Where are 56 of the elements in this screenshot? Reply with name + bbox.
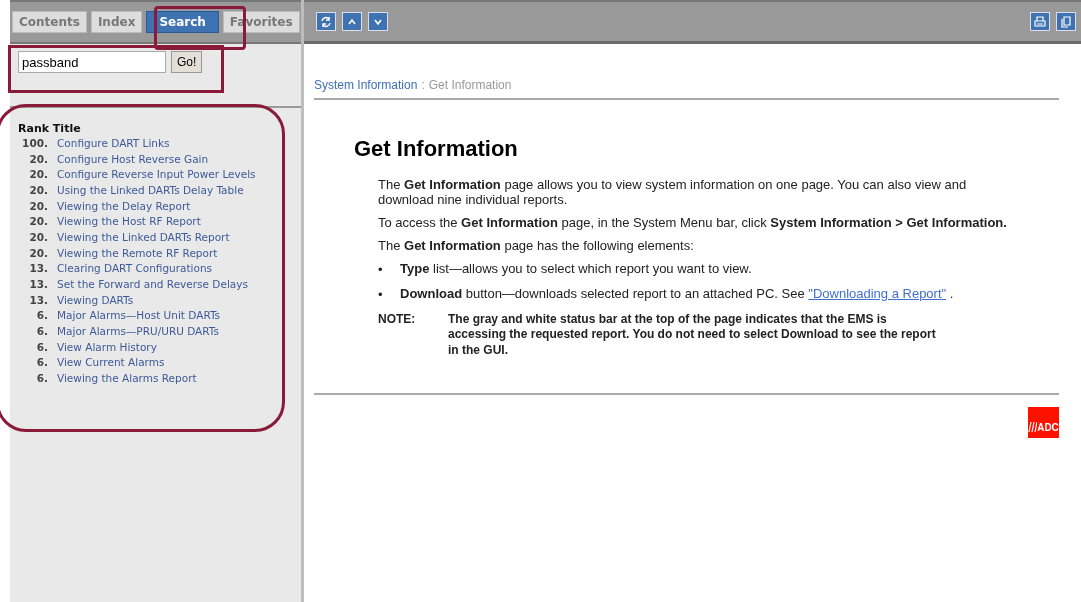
result-link[interactable]: Using the Linked DARTs Delay Table	[57, 183, 244, 196]
rank-number: 20.	[28, 168, 49, 181]
result-link[interactable]: Major Alarms—Host Unit DARTs	[57, 309, 221, 322]
note-label: NOTE:	[378, 311, 417, 328]
note-text: The gray and white status bar at the top of the page indicates that the EMS is accessing the requested report. You do not need to select Download to see the report in the GUI.	[448, 311, 937, 359]
rank-number: 6.	[35, 372, 49, 385]
rank-number: 6.	[35, 325, 49, 338]
result-link[interactable]: Viewing the Linked DARTs Report	[57, 230, 230, 243]
result-link[interactable]: View Current Alarms	[57, 356, 165, 369]
breadcrumb-separator: :	[421, 78, 425, 92]
bullet-marker: •	[378, 286, 384, 302]
results-header: Rank Title	[18, 122, 82, 135]
result-link[interactable]: Viewing the Host RF Report	[57, 215, 201, 228]
page-heading: Get Information	[354, 136, 519, 162]
go-button[interactable]: Go!	[171, 51, 203, 73]
result-link[interactable]: Viewing the Remote RF Report	[57, 246, 218, 259]
breadcrumb-current: Get Information	[428, 78, 512, 92]
result-link[interactable]: Configure Host Reverse Gain	[57, 152, 209, 165]
result-link[interactable]: Set the Forward and Reverse Delays	[57, 278, 248, 291]
paragraph: The Get Information page allows you to view system information on one page. You can also view and download nine individual reports.	[378, 178, 968, 208]
print-icon[interactable]	[1030, 12, 1050, 31]
rank-number: 20.	[28, 152, 49, 165]
sync-icon[interactable]	[316, 12, 336, 31]
rank-number: 20.	[28, 183, 49, 196]
rank-number: 13.	[28, 293, 49, 306]
rank-number: 13.	[28, 278, 49, 291]
tab[interactable]: Contents	[12, 11, 87, 33]
rank-number: 20.	[28, 246, 49, 259]
search-field[interactable]: passband	[18, 51, 166, 73]
paragraph: The Get Information page has the following elements:	[378, 238, 695, 254]
rank-number: 100.	[21, 136, 49, 149]
pages-icon[interactable]	[1056, 12, 1076, 31]
result-link[interactable]: Configure Reverse Input Power Levels	[57, 168, 256, 181]
result-link[interactable]: View Alarm History	[57, 340, 157, 353]
bullet-text: Download button—downloads selected report to an attached PC. See "Downloading a Report" .	[400, 286, 954, 302]
rank-number: 13.	[28, 262, 49, 275]
rank-number: 20.	[28, 230, 49, 243]
tab[interactable]: Index	[90, 11, 143, 33]
rank-number: 20.	[28, 215, 49, 228]
logo: ADC	[1028, 406, 1059, 438]
rank-number: 20.	[28, 199, 49, 212]
result-link[interactable]: Configure DART Links	[57, 136, 170, 149]
result-link[interactable]: Viewing the Delay Report	[57, 199, 191, 212]
rank-number: 6.	[35, 309, 49, 322]
result-link[interactable]: Viewing DARTs	[57, 293, 134, 306]
tab[interactable]: Search	[146, 11, 219, 33]
rank-number: 6.	[35, 340, 49, 353]
breadcrumb-link[interactable]: System Information	[314, 78, 418, 92]
rank-number: 6.	[35, 356, 49, 369]
link[interactable]: "Downloading a Report"	[808, 285, 947, 301]
bullet-text: Type list—allows you to select which report you want to view.	[400, 261, 752, 277]
result-link[interactable]: Viewing the Alarms Report	[57, 372, 197, 385]
result-link[interactable]: Clearing DART Configurations	[57, 262, 213, 275]
paragraph: To access the Get Information page, in the System Menu bar, click System Information > Get Information.	[378, 215, 1008, 231]
bullet-marker: •	[378, 261, 384, 277]
result-link[interactable]: Major Alarms—PRU/URU DARTs	[57, 325, 219, 338]
